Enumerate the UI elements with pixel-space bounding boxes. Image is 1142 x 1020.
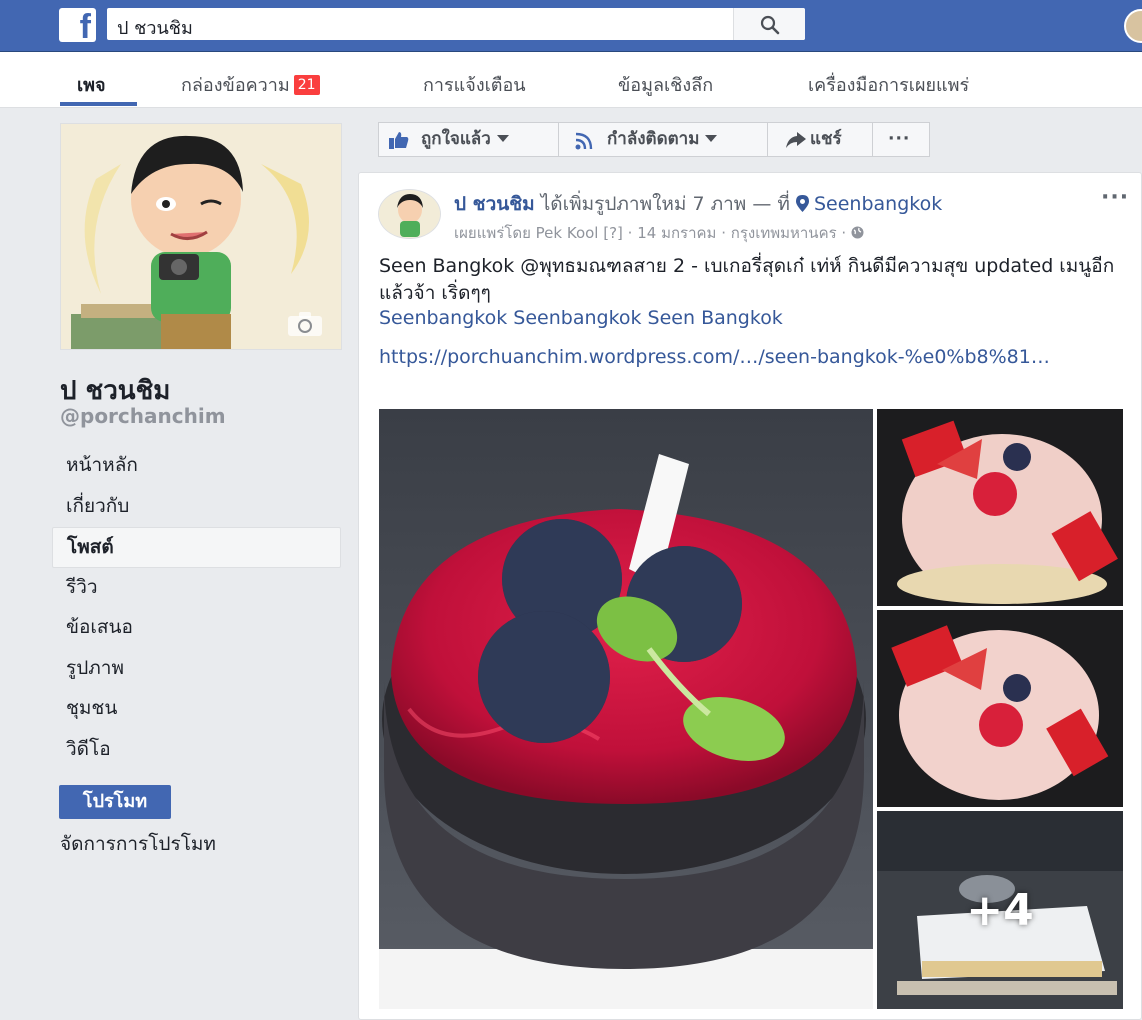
post-action-text: ได้เพิ่มรูปภาพใหม่ 7 ภาพ — ที่ — [534, 193, 796, 215]
sidebar-item-home[interactable]: หน้าหลัก — [52, 446, 341, 487]
sidebar-item-videos[interactable]: วิดีโอ — [52, 730, 341, 771]
post-text: Seen Bangkok @พุทธมณฑลสาย 2 - เบเกอรี่สุ… — [379, 255, 1115, 304]
post-hashtags[interactable]: Seenbangkok Seenbangkok Seen Bangkok — [379, 307, 783, 329]
sidebar-item-about[interactable]: เกี่ยวกับ — [52, 487, 341, 528]
globe-icon — [851, 226, 864, 239]
thumbs-up-icon — [389, 132, 409, 149]
page-username[interactable]: @porchanchim — [60, 404, 226, 428]
facebook-logo-icon[interactable]: f — [59, 8, 96, 44]
inbox-count-badge: 21 — [293, 75, 320, 95]
tab-insights[interactable]: ข้อมูลเชิงลึก — [618, 70, 713, 99]
page-navigation: หน้าหลัก เกี่ยวกับ โพสต์ รีวิว ข้อเสนอ ร… — [52, 446, 341, 770]
location-pin-icon — [795, 195, 809, 212]
post-card: ป ชวนชิม ได้เพิ่มรูปภาพใหม่ 7 ภาพ — ที่ … — [358, 172, 1142, 1020]
chevron-down-icon — [705, 135, 718, 142]
search-icon — [760, 15, 780, 35]
sidebar-item-posts[interactable]: โพสต์ — [52, 527, 341, 568]
post-meta: เผยแพร่โดย Pek Kool [?] · 14 มกราคม · กร… — [454, 221, 864, 245]
post-url-link[interactable]: https://porchuanchim.wordpress.com/…/see… — [379, 343, 1079, 371]
tab-notifications[interactable]: การแจ้งเตือน — [423, 70, 526, 99]
sidebar-item-offers[interactable]: ข้อเสนอ — [52, 608, 341, 649]
active-tab-indicator — [60, 102, 137, 106]
search-box[interactable]: ป ชวนชิม — [107, 8, 805, 40]
post-author-link[interactable]: ป ชวนชิม — [454, 193, 535, 215]
post-photo-main[interactable] — [379, 409, 873, 1009]
search-button[interactable] — [733, 8, 805, 40]
post-header: ป ชวนชิม ได้เพิ่มรูปภาพใหม่ 7 ภาพ — ที่ … — [454, 189, 942, 219]
dessert-photo — [379, 409, 873, 1009]
following-button[interactable]: กำลังติดตาม — [558, 122, 768, 157]
promote-button[interactable]: โปรโมท — [59, 785, 171, 819]
following-label: กำลังติดตาม — [607, 129, 700, 149]
top-navigation-bar: f ป ชวนชิม — [0, 0, 1142, 52]
author-avatar-image — [379, 190, 440, 238]
camera-icon[interactable] — [287, 311, 323, 337]
post-location-link[interactable]: Seenbangkok — [814, 193, 942, 215]
profile-picture[interactable] — [60, 123, 342, 350]
post-photo-2[interactable] — [877, 409, 1123, 606]
more-options-button[interactable]: ··· — [872, 122, 930, 157]
post-photo-3[interactable] — [877, 610, 1123, 807]
share-arrow-icon — [786, 132, 806, 148]
more-photos-count: +4 — [966, 884, 1034, 936]
tab-inbox[interactable]: กล่องข้อความ 21 — [181, 70, 320, 99]
liked-button[interactable]: ถูกใจแล้ว — [378, 122, 559, 157]
post-meta-text: เผยแพร่โดย Pek Kool [?] · 14 มกราคม · กร… — [454, 224, 851, 242]
sidebar-item-photos[interactable]: รูปภาพ — [52, 649, 341, 690]
mousse-cake-photo-alt — [877, 610, 1123, 807]
manage-promotions-link[interactable]: จัดการการโปรโมท — [60, 829, 216, 859]
page-tab-bar: เพจ กล่องข้อความ 21 การแจ้งเตือน ข้อมูลเช… — [0, 52, 1142, 108]
chevron-down-icon — [496, 135, 509, 142]
liked-label: ถูกใจแล้ว — [421, 129, 491, 149]
tab-inbox-label: กล่องข้อความ — [181, 75, 290, 96]
sidebar-item-community[interactable]: ชุมชน — [52, 689, 341, 730]
post-photo-4[interactable]: +4 — [877, 811, 1123, 1009]
rss-feed-icon — [575, 132, 593, 150]
post-author-avatar[interactable] — [378, 189, 441, 239]
share-button[interactable]: แชร์ — [767, 122, 873, 157]
mousse-cake-photo — [877, 409, 1123, 606]
share-label: แชร์ — [810, 129, 842, 149]
left-sidebar: ป ชวนชิม @porchanchim หน้าหลัก เกี่ยวกับ… — [0, 108, 358, 1020]
tab-publishing-tools[interactable]: เครื่องมือการเผยแพร่ — [808, 70, 969, 99]
search-input[interactable]: ป ชวนชิม — [117, 13, 193, 42]
tab-page[interactable]: เพจ — [77, 70, 106, 99]
sidebar-item-reviews[interactable]: รีวิว — [52, 568, 341, 609]
post-options-button[interactable]: ··· — [1101, 185, 1129, 210]
user-avatar[interactable] — [1124, 9, 1142, 43]
